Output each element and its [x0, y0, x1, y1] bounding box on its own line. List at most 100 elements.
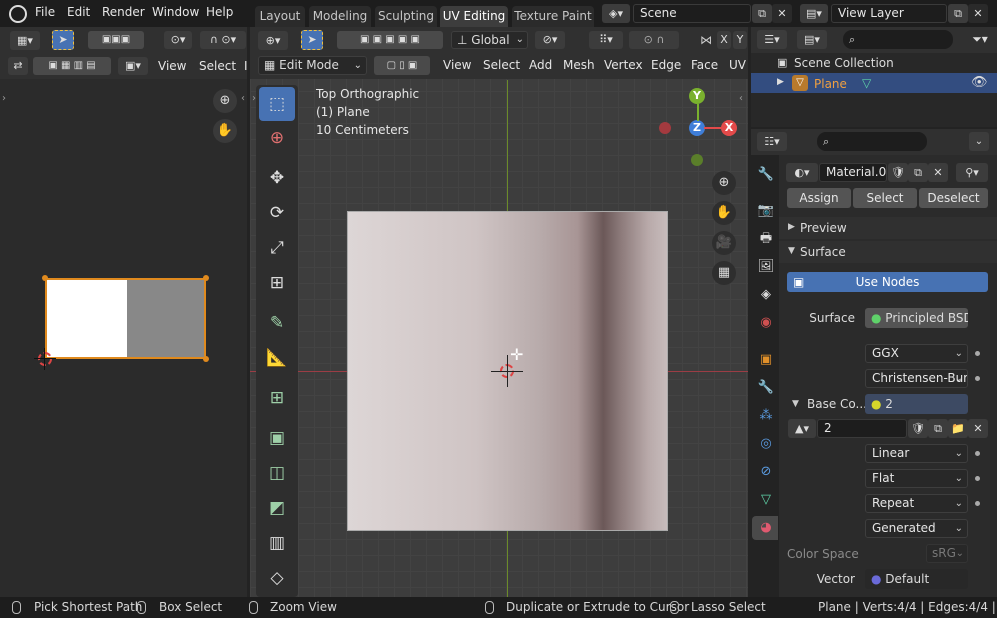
menu-help[interactable]: Help	[206, 5, 233, 19]
uv-vertex[interactable]	[42, 275, 48, 281]
object-tab-icon[interactable]: ▣	[756, 350, 776, 370]
uv-select-mode-icons[interactable]: ▣ ▦ ▥ ▤	[33, 57, 111, 75]
select-tool-icon[interactable]: ➤	[52, 30, 74, 50]
proportional-editing-icon[interactable]: ⊙ ∩	[629, 31, 679, 49]
interpolation-keyframe-icon[interactable]	[975, 451, 980, 456]
blender-logo-icon[interactable]	[9, 5, 27, 23]
toolbar-toggle-arrow-icon[interactable]: ›	[252, 93, 256, 104]
open-image-folder-icon[interactable]: 📁	[948, 419, 968, 438]
knife-tool-icon[interactable]: ◇	[259, 561, 295, 595]
duplicate-material-icon[interactable]: ⧉	[908, 163, 928, 182]
deselect-button[interactable]: Deselect	[919, 188, 988, 208]
view-layer-field[interactable]: View Layer	[831, 4, 947, 23]
tab-texture-paint[interactable]: Texture Paint	[512, 6, 594, 27]
sidebar-toggle-arrow-icon[interactable]: ‹	[739, 93, 743, 104]
extension-keyframe-icon[interactable]	[975, 501, 980, 506]
unlink-image-icon[interactable]: ✕	[968, 419, 988, 438]
image-fake-user-icon[interactable]: 🛡	[908, 419, 928, 438]
add-cube-tool-icon[interactable]: ⊞	[259, 381, 295, 415]
editor-type-icon[interactable]: ▦▾	[10, 31, 40, 50]
source-dropdown[interactable]: Generated ⌄	[865, 519, 968, 538]
material-name-field[interactable]: Material.0...	[819, 163, 887, 182]
image-browse-icon[interactable]: ▲▾	[788, 419, 816, 438]
rotate-tool-icon[interactable]: ⟳	[259, 196, 295, 230]
constraints-tab-icon[interactable]: ⊘	[756, 462, 776, 482]
viewport-select-tool-icon[interactable]: ➤	[301, 30, 323, 50]
particles-tab-icon[interactable]: ⁂	[756, 406, 776, 426]
subsurface-keyframe-icon[interactable]	[975, 376, 980, 381]
select-button[interactable]: Select	[853, 188, 917, 208]
mirror-icon[interactable]: ⋈	[697, 31, 715, 49]
new-scene-icon[interactable]: ⧉	[752, 4, 772, 23]
properties-editor-type-icon[interactable]: ☷▾	[757, 132, 787, 151]
viewport-menu-face[interactable]: Face	[691, 58, 718, 72]
gizmo-y-axis[interactable]: Y	[689, 88, 705, 104]
ortho-toggle-icon[interactable]: ▦	[712, 261, 736, 285]
loop-cut-tool-icon[interactable]: ▥	[259, 526, 295, 560]
measure-tool-icon[interactable]: 📐	[259, 341, 295, 375]
delete-view-layer-icon[interactable]: ✕	[968, 4, 988, 23]
gizmo-neg-y-axis[interactable]	[691, 154, 703, 166]
sync-selection-icon[interactable]: ⇄	[8, 57, 28, 75]
scene-name-field[interactable]: Scene	[633, 4, 751, 23]
filter-icon[interactable]: ⏷▾	[967, 30, 993, 49]
selection-mode-icons[interactable]: ▣▣▣	[88, 31, 144, 49]
surface-panel-title[interactable]: Surface	[800, 245, 846, 259]
bevel-tool-icon[interactable]: ◩	[259, 491, 295, 525]
mode-dropdown[interactable]: ▦ Edit Mode ⌄	[258, 56, 367, 75]
zoom-icon[interactable]: ⊕	[213, 89, 237, 113]
orientation-dropdown[interactable]: ⊥ Global ⌄	[451, 31, 528, 49]
tab-uv-editing[interactable]: UV Editing	[440, 6, 508, 27]
base-color-expand-icon[interactable]: ▼	[792, 399, 799, 409]
physics-tab-icon[interactable]: ◎	[756, 434, 776, 454]
camera-view-icon[interactable]: 🎥	[712, 231, 736, 255]
viewport-editor-type-icon[interactable]: ⊕▾	[258, 31, 288, 50]
move-tool-icon[interactable]: ✥	[259, 161, 295, 195]
color-space-dropdown[interactable]: sRG ⌄	[926, 544, 968, 563]
uv-menu-select[interactable]: Select	[199, 59, 236, 73]
scene-icon[interactable]: ◈▾	[602, 4, 630, 23]
preview-panel-title[interactable]: Preview	[800, 221, 847, 235]
snap-icon[interactable]: ⠿▾	[589, 31, 623, 49]
world-tab-icon[interactable]: ◉	[756, 313, 776, 333]
outliner-plane-label[interactable]: Plane	[814, 77, 847, 91]
uv-vertex[interactable]	[203, 356, 209, 362]
viewport-select-mode-icons[interactable]: ▣ ▣ ▣ ▣ ▣	[337, 31, 443, 49]
annotate-tool-icon[interactable]: ✎	[259, 306, 295, 340]
viewport-zoom-icon[interactable]: ⊕	[712, 171, 736, 195]
visibility-eye-icon[interactable]: 👁	[971, 75, 988, 90]
viewport-menu-add[interactable]: Add	[529, 58, 552, 72]
cursor-tool-icon[interactable]: ⊕	[259, 121, 295, 155]
viewport-menu-view[interactable]: View	[443, 58, 471, 72]
base-color-field[interactable]: ● 2	[865, 394, 968, 414]
tab-layout[interactable]: Layout	[255, 6, 305, 27]
gizmo-neg-x-axis[interactable]	[659, 122, 671, 134]
vector-field[interactable]: ● Default	[865, 569, 968, 589]
material-tab-icon[interactable]: ◕	[756, 518, 776, 538]
scale-tool-icon[interactable]: ⤢	[259, 231, 295, 265]
scene-tab-icon[interactable]: ◈	[756, 285, 776, 305]
mirror-y-toggle[interactable]: Y	[733, 31, 747, 49]
distribution-keyframe-icon[interactable]	[975, 351, 980, 356]
uv-menu-view[interactable]: View	[158, 59, 186, 73]
image-name-field[interactable]: 2	[817, 419, 907, 438]
transform-tool-icon[interactable]: ⊞	[259, 266, 295, 300]
pivot-icon[interactable]: ⊙▾	[164, 31, 192, 49]
projection-keyframe-icon[interactable]	[975, 476, 980, 481]
uv-island[interactable]	[45, 278, 206, 359]
tab-modeling[interactable]: Modeling	[309, 6, 371, 27]
outliner-row-plane[interactable]	[751, 73, 997, 93]
modifier-tab-icon[interactable]: 🔧	[756, 378, 776, 398]
inset-tool-icon[interactable]: ◫	[259, 456, 295, 490]
pivot-point-icon[interactable]: ⊘▾	[535, 31, 565, 49]
viewport-menu-edge[interactable]: Edge	[651, 58, 681, 72]
viewport-pan-icon[interactable]: ✋	[712, 201, 736, 225]
object-data-tab-icon[interactable]: ▽	[756, 490, 776, 510]
uv-menu-image[interactable]: I	[244, 59, 248, 73]
uv-2d-cursor-icon[interactable]	[34, 348, 56, 370]
pan-hand-icon[interactable]: ✋	[213, 119, 237, 143]
tab-sculpting[interactable]: Sculpting	[375, 6, 437, 27]
viewport-menu-vertex[interactable]: Vertex	[604, 58, 643, 72]
subsurface-method-dropdown[interactable]: Christensen-Bur... ⌄	[865, 369, 968, 388]
surface-shader-field[interactable]: ● Principled BSDF	[865, 308, 968, 328]
